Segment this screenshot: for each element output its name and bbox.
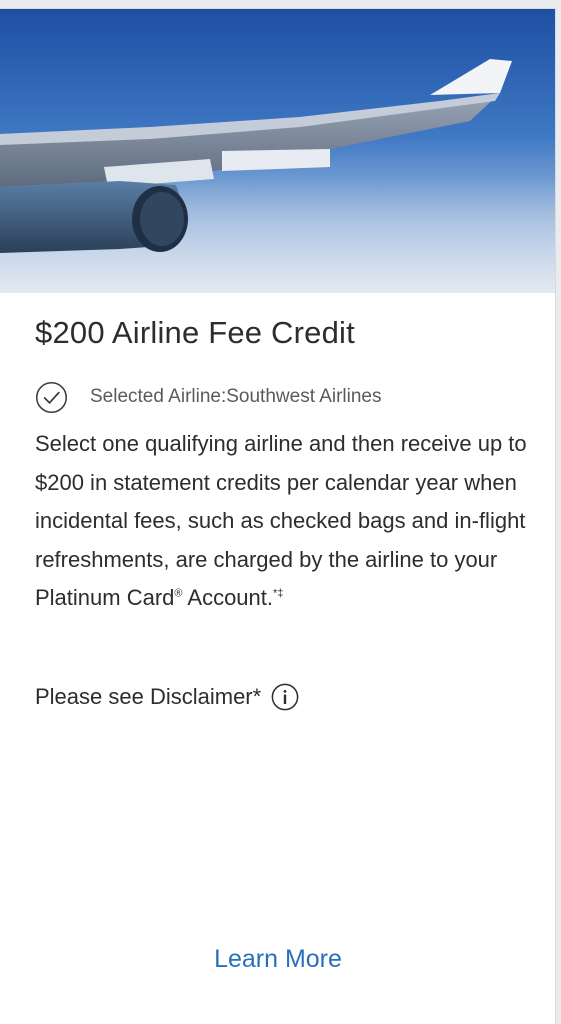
benefit-card: $200 Airline Fee Credit Selected Airline… bbox=[0, 8, 556, 1024]
info-icon[interactable] bbox=[271, 683, 299, 711]
disclaimer-label: Please see Disclaimer* bbox=[35, 684, 262, 709]
description-text: Select one qualifying airline and then r… bbox=[35, 431, 527, 610]
hero-image bbox=[0, 9, 555, 293]
footnote-marks: *‡ bbox=[273, 587, 284, 600]
selected-airline-text: Selected Airline:Southwest Airlines bbox=[90, 386, 382, 407]
benefit-title: $200 Airline Fee Credit bbox=[35, 315, 355, 350]
registered-mark: ® bbox=[174, 587, 183, 600]
check-circle-icon bbox=[35, 381, 68, 413]
selected-airline-row: Selected Airline:Southwest Airlines bbox=[35, 380, 382, 414]
disclaimer-row: Please see Disclaimer* bbox=[35, 680, 299, 714]
learn-more-link[interactable]: Learn More bbox=[0, 945, 555, 974]
benefit-description: Select one qualifying airline and then r… bbox=[35, 425, 535, 618]
description-tail: Account. bbox=[182, 585, 274, 610]
